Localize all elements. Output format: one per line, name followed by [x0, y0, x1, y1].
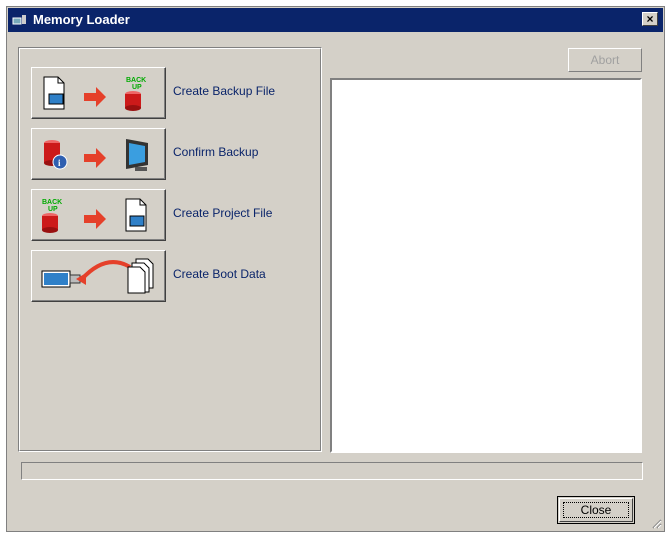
svg-text:UP: UP: [132, 84, 142, 91]
close-button-label: Close: [563, 502, 629, 518]
abort-button[interactable]: Abort: [568, 48, 642, 72]
close-button[interactable]: Close: [557, 496, 635, 524]
create-backup-file-label[interactable]: Create Backup File: [173, 84, 275, 98]
confirm-backup-button[interactable]: i: [31, 128, 166, 180]
progress-bar: [21, 462, 643, 480]
document-to-display-icon: [41, 258, 154, 294]
svg-text:UP: UP: [48, 206, 58, 213]
memory-loader-window: Memory Loader × BACK UP Create Backup Fi…: [6, 6, 665, 532]
create-backup-file-button[interactable]: BACK UP: [31, 67, 166, 119]
log-output-area[interactable]: [330, 78, 642, 453]
app-icon: [12, 15, 26, 25]
confirm-backup-label[interactable]: Confirm Backup: [173, 145, 258, 159]
title-bar[interactable]: Memory Loader ×: [8, 8, 663, 32]
resize-grip-icon[interactable]: [650, 517, 662, 529]
svg-text:BACK: BACK: [126, 77, 146, 84]
create-project-file-button[interactable]: BACK UP: [31, 189, 166, 241]
close-icon[interactable]: ×: [642, 12, 658, 26]
backup-to-document-icon: BACK UP: [42, 198, 147, 233]
create-boot-data-button[interactable]: [31, 250, 166, 302]
backup-to-monitor-icon: i: [44, 139, 148, 171]
actions-panel: BACK UP Create Backup File i Confirm Bac…: [18, 47, 322, 452]
window-title: Memory Loader: [33, 12, 130, 27]
create-project-file-label[interactable]: Create Project File: [173, 206, 272, 220]
create-boot-data-label[interactable]: Create Boot Data: [173, 267, 266, 281]
document-to-backup-icon: BACK UP: [43, 76, 146, 111]
svg-text:BACK: BACK: [42, 199, 62, 206]
svg-text:i: i: [58, 158, 61, 168]
